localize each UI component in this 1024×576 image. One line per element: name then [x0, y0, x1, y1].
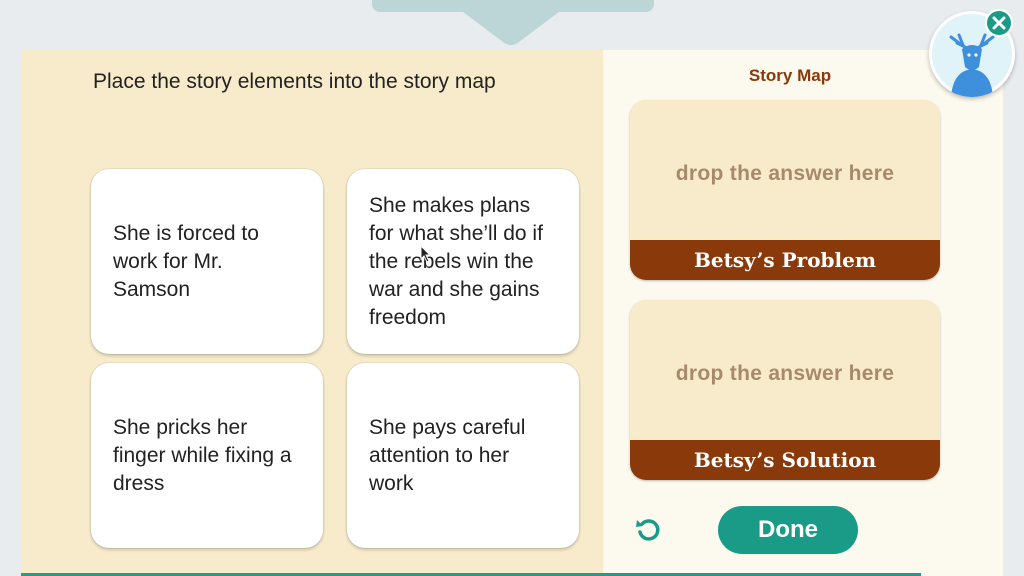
drop-zone-problem[interactable]: drop the answer here Betsy’s Problem [630, 100, 940, 280]
answer-card-text: She pays careful attention to her work [369, 415, 526, 495]
answer-card-text: She pricks her finger while fixing a dre… [113, 415, 292, 495]
answer-card[interactable]: She is forced to work for Mr. Samson [91, 169, 323, 354]
collapse-arrow-icon[interactable] [463, 0, 559, 46]
instruction-text: Place the story elements into the story … [93, 70, 496, 93]
close-icon[interactable] [985, 9, 1013, 37]
drop-zone-label: Betsy’s Problem [630, 240, 940, 280]
answer-card[interactable]: She pricks her finger while fixing a dre… [91, 363, 323, 548]
answer-card[interactable]: She pays careful attention to her work [347, 363, 579, 548]
answer-card-text: She makes plans for what she’ll do if th… [369, 193, 543, 329]
answer-card[interactable]: She makes plans for what she’ll do if th… [347, 169, 579, 354]
drop-zone-label: Betsy’s Solution [630, 440, 940, 480]
story-map-title: Story Map [748, 66, 832, 85]
drop-placeholder: drop the answer here [675, 362, 895, 385]
done-button[interactable]: Done [718, 506, 858, 554]
drop-zone-solution[interactable]: drop the answer here Betsy’s Solution [630, 300, 940, 480]
reset-icon[interactable] [633, 514, 665, 546]
answer-card-text: She is forced to work for Mr. Samson [113, 221, 259, 301]
mouse-cursor-icon [420, 245, 432, 263]
drop-placeholder: drop the answer here [675, 162, 895, 185]
